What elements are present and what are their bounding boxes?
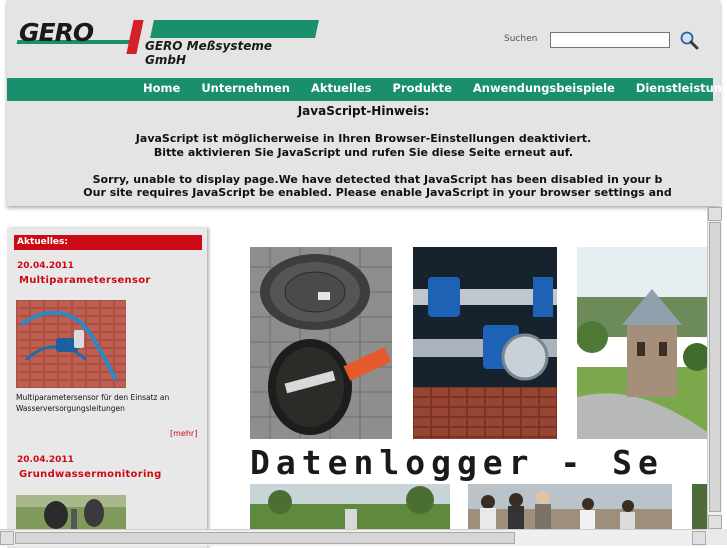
company-name: GERO Meßsysteme GmbH	[145, 39, 273, 67]
tower-landscape-photo	[577, 247, 707, 439]
horizontal-scroll-thumb[interactable]	[15, 532, 515, 544]
nav-item-dienstleistung[interactable]: Dienstleistung	[636, 78, 727, 101]
scroll-right-arrow-icon[interactable]	[692, 531, 706, 545]
news-image[interactable]	[16, 300, 126, 388]
scrollbar-corner	[707, 529, 727, 545]
nav-item-produkte[interactable]: Produkte	[393, 78, 452, 101]
news-sidebar: Aktuelles: 20.04.2011 Multiparametersens…	[7, 228, 207, 548]
company-logo[interactable]: GERO GERO Meßsysteme GmbH	[16, 18, 319, 67]
scroll-left-arrow-icon[interactable]	[0, 531, 14, 545]
js-notice-line: Our site requires JavaScript be enabled.…	[83, 186, 672, 199]
horizontal-scrollbar[interactable]	[0, 529, 707, 546]
manhole-photo	[250, 247, 392, 439]
vertical-scroll-thumb[interactable]	[709, 222, 721, 512]
news-title-link[interactable]: Grundwassermonitoring	[19, 469, 162, 480]
search-label: Suchen	[504, 34, 538, 44]
news-date: 20.04.2011	[17, 261, 74, 271]
header: GERO GERO Meßsysteme GmbH Suchen JavaScr…	[7, 0, 720, 206]
logo-red-stripe	[126, 20, 144, 54]
datalogger-banner: Datenlogger - Se	[250, 443, 664, 482]
news-date: 20.04.2011	[17, 455, 74, 465]
group-photo	[468, 484, 672, 529]
main-navigation: Home Unternehmen Aktuelles Produkte Anwe…	[7, 78, 727, 101]
nav-item-anwendungsbeispiele[interactable]: Anwendungsbeispiele	[473, 78, 615, 101]
sidebar-heading: Aktuelles:	[14, 235, 202, 250]
news-title-link[interactable]: Multiparametersensor	[19, 275, 151, 286]
news-more-link[interactable]: [mehr]	[170, 429, 197, 438]
magnifier-icon[interactable]	[679, 30, 699, 50]
logo-wordmark: GERO	[19, 18, 94, 47]
nav-item-aktuelles[interactable]: Aktuelles	[311, 78, 372, 101]
news-image[interactable]	[16, 495, 126, 529]
search-input[interactable]	[550, 32, 670, 48]
nav-item-unternehmen[interactable]: Unternehmen	[201, 78, 290, 101]
logo-green-stripe	[150, 20, 319, 38]
partial-photo	[692, 484, 707, 529]
scroll-up-arrow-icon[interactable]	[708, 207, 722, 221]
js-notice-line: JavaScript ist möglicherweise in Ihren B…	[135, 132, 592, 145]
nav-item-home[interactable]: Home	[143, 78, 180, 101]
scroll-down-arrow-icon[interactable]	[708, 515, 722, 529]
pipes-photo	[413, 247, 557, 439]
js-notice-line: Bitte aktivieren Sie JavaScript und rufe…	[153, 146, 574, 159]
field-photo	[250, 484, 450, 529]
js-notice-title: JavaScript-Hinweis:	[297, 104, 430, 118]
vertical-scrollbar[interactable]	[707, 207, 722, 529]
news-description: Multiparametersensor für den Einsatz an …	[16, 393, 170, 413]
js-notice-line: Sorry, unable to display page.We have de…	[92, 173, 663, 186]
